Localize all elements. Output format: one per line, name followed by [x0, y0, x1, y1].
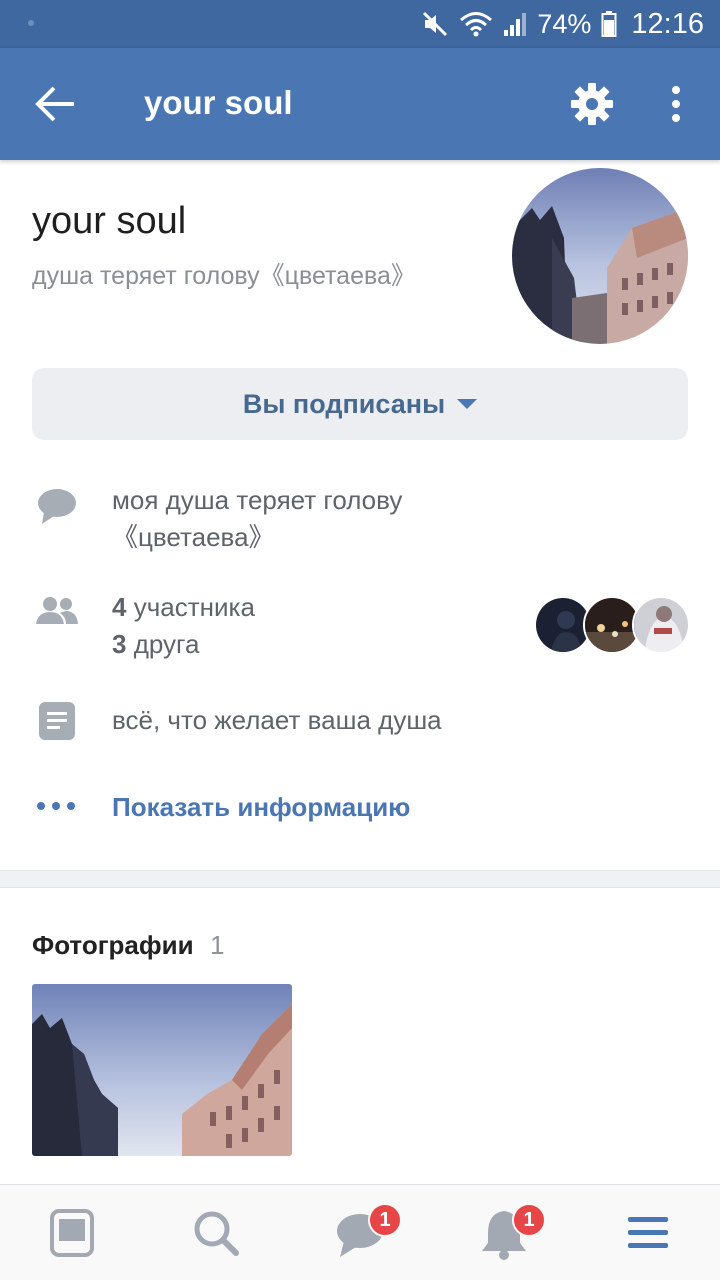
document-icon	[39, 702, 75, 740]
nav-messages[interactable]: 1	[330, 1203, 402, 1261]
notifications-badge: 1	[512, 1203, 546, 1237]
section-divider	[0, 870, 720, 888]
nav-news[interactable]	[42, 1205, 102, 1261]
show-info-link[interactable]: Показать информацию	[112, 792, 410, 823]
members-count-line[interactable]: 4 участника	[112, 589, 255, 626]
group-avatar[interactable]	[512, 168, 688, 344]
more-vertical-icon[interactable]	[662, 82, 690, 126]
more-horizontal-icon[interactable]	[36, 798, 76, 814]
comment-icon	[38, 489, 76, 524]
gear-icon[interactable]	[570, 82, 614, 126]
photos-title[interactable]: Фотографии	[32, 930, 194, 961]
description-line-1: моя душа теряет голову	[112, 485, 403, 515]
member-avatars[interactable]	[534, 596, 690, 654]
clock: 12:16	[631, 7, 704, 40]
chevron-down-icon	[457, 399, 478, 409]
about-text: всё, что желает ваша душа	[112, 705, 442, 735]
messages-badge: 1	[368, 1203, 402, 1237]
search-icon	[194, 1211, 239, 1256]
member-avatar[interactable]	[632, 596, 690, 654]
signal-icon	[504, 13, 527, 36]
friends-count-line[interactable]: 3 друга	[112, 626, 255, 663]
subscribed-label: Вы подписаны	[242, 388, 446, 419]
nav-notifications[interactable]: 1	[474, 1203, 546, 1261]
app-bar: your soul	[0, 48, 720, 160]
friends-count: 3	[112, 629, 127, 659]
photo-thumbnail[interactable]	[32, 984, 292, 1156]
battery-icon	[601, 11, 617, 37]
nav-menu[interactable]	[618, 1205, 678, 1261]
members-word: участника	[133, 592, 255, 622]
bottom-navigation: 1 1	[0, 1184, 720, 1280]
members-icon	[36, 597, 78, 624]
news-icon	[50, 1209, 94, 1257]
description-line-2: 《цветаева》	[112, 522, 275, 552]
subscribed-button[interactable]: Вы подписаны	[32, 368, 688, 440]
status-icons: 74% 12:16	[421, 8, 704, 40]
app-bar-title: your soul	[144, 84, 293, 121]
menu-icon	[628, 1217, 668, 1248]
arrow-left-icon[interactable]	[34, 84, 78, 124]
status-bar: 74% 12:16	[0, 0, 720, 48]
friends-word: друга	[133, 629, 200, 659]
group-status: душа теряет голову《цветаева》	[32, 262, 416, 290]
photos-count: 1	[210, 930, 225, 960]
nav-search[interactable]	[186, 1205, 246, 1261]
group-name: your soul	[32, 200, 187, 242]
wifi-icon	[460, 12, 493, 37]
members-count: 4	[112, 592, 127, 622]
mute-icon	[423, 11, 448, 37]
battery-percent: 74%	[537, 8, 592, 39]
notification-dot	[28, 20, 34, 26]
